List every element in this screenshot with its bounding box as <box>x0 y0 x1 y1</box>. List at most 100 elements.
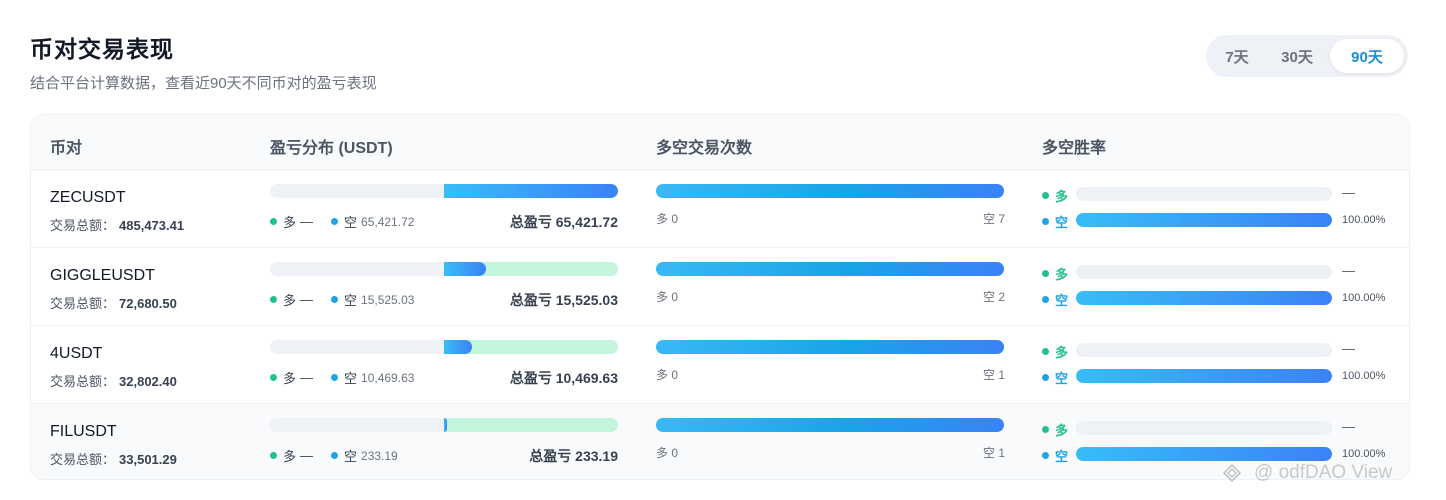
pnl-short-label: 空 <box>344 371 358 386</box>
pnl-long-label: 多 <box>283 215 297 230</box>
pnl-long-label: 多 <box>283 371 297 386</box>
pnl-legend: 多 — 空 65,421.72 <box>270 212 414 231</box>
pnl-short-fill <box>444 418 447 432</box>
long-winrate: 多 — <box>1042 419 1402 438</box>
short-dot-icon <box>1042 296 1049 303</box>
long-winrate-label: 多 <box>1042 186 1068 205</box>
pnl-long-label: 多 <box>283 293 297 308</box>
short-dot-icon <box>1042 374 1049 381</box>
pnl-long-value: — <box>300 292 314 307</box>
long-trade-count: 多 0 <box>656 368 679 382</box>
short-winrate-value: 100.00% <box>1342 370 1386 382</box>
trade-volume: 交易总额： 33,501.29 <box>50 449 177 468</box>
short-winrate: 空 100.00% <box>1042 369 1402 386</box>
pnl-long-value: — <box>300 214 314 229</box>
table-row[interactable]: GIGGLEUSDT 交易总额： 72,680.50 多 — 空 15,525.0… <box>31 248 1409 326</box>
short-winrate-track <box>1076 447 1332 461</box>
page-header: 币对交易表现 结合平台计算数据，查看近90天不同币对的盈亏表现 <box>30 30 377 93</box>
short-dot-icon <box>1042 218 1049 225</box>
pnl-short-fill <box>444 340 472 354</box>
table-row[interactable]: FILUSDT 交易总额： 33,501.29 多 — 空 233.19 总盈亏 … <box>31 404 1409 479</box>
long-winrate-track <box>1076 343 1332 357</box>
range-90d-button[interactable]: 90天 <box>1330 39 1404 73</box>
trade-volume-value: 33,501.29 <box>119 452 177 467</box>
pnl-short-label: 空 <box>344 215 358 230</box>
long-dot-icon <box>270 374 277 381</box>
page-title: 币对交易表现 <box>30 36 174 62</box>
long-dot-icon <box>1042 192 1049 199</box>
short-winrate-label: 空 <box>1042 368 1068 387</box>
long-trade-count: 多 0 <box>656 212 679 226</box>
short-winrate: 空 100.00% <box>1042 213 1402 230</box>
binance-square-logo-icon <box>1222 463 1242 483</box>
pnl-short-label: 空 <box>344 449 358 464</box>
column-header-pair: 币对 <box>50 140 83 157</box>
pair-symbol: FILUSDT <box>50 423 117 440</box>
table-row[interactable]: 4USDT 交易总额： 32,802.40 多 — 空 10,469.63 总盈亏… <box>31 326 1409 404</box>
pnl-distribution-bar <box>270 262 618 276</box>
trade-count-bar <box>656 418 1004 432</box>
pnl-short-label: 空 <box>344 293 358 308</box>
short-dot-icon <box>1042 452 1049 459</box>
long-dot-icon <box>270 452 277 459</box>
long-winrate-value: — <box>1342 185 1355 200</box>
short-winrate-label: 空 <box>1042 290 1068 309</box>
trade-volume-label: 交易总额： <box>50 452 116 467</box>
column-header-pnl: 盈亏分布 (USDT) <box>270 140 393 157</box>
table-row[interactable]: ZECUSDT 交易总额： 485,473.41 多 — 空 65,421.72 … <box>31 170 1409 248</box>
page-subtitle: 结合平台计算数据，查看近90天不同币对的盈亏表现 <box>30 75 377 92</box>
pair-performance-table: 币对 盈亏分布 (USDT) 多空交易次数 多空胜率 ZECUSDT 交易总额：… <box>30 114 1410 480</box>
long-dot-icon <box>1042 348 1049 355</box>
pnl-legend: 多 — 空 15,525.03 <box>270 290 414 309</box>
long-winrate: 多 — <box>1042 185 1402 204</box>
pnl-long-value: — <box>300 370 314 385</box>
trade-volume-value: 32,802.40 <box>119 374 177 389</box>
range-7d-button[interactable]: 7天 <box>1210 39 1264 73</box>
short-trade-count: 空 1 <box>982 368 1005 382</box>
long-dot-icon <box>1042 270 1049 277</box>
long-winrate-label: 多 <box>1042 264 1068 283</box>
trade-volume-label: 交易总额： <box>50 374 116 389</box>
short-trade-count: 空 1 <box>982 446 1005 460</box>
short-winrate-track <box>1076 291 1332 305</box>
trade-volume-value: 485,473.41 <box>119 218 185 233</box>
short-winrate-fill <box>1076 369 1332 383</box>
trade-volume-label: 交易总额： <box>50 296 116 311</box>
trade-volume: 交易总额： 485,473.41 <box>50 215 184 234</box>
long-winrate-track <box>1076 421 1332 435</box>
pnl-long-value: — <box>300 448 314 463</box>
short-dot-icon <box>331 218 339 225</box>
pnl-total: 总盈亏 233.19 <box>529 448 618 464</box>
range-30d-button[interactable]: 30天 <box>1264 39 1330 73</box>
short-dot-icon <box>331 452 339 459</box>
short-dot-icon <box>331 374 339 381</box>
pnl-short-fill <box>444 262 486 276</box>
short-winrate-value: 100.00% <box>1342 214 1386 226</box>
pnl-short-value: 10,469.63 <box>361 370 415 385</box>
short-dot-icon <box>331 296 339 303</box>
pnl-short-fill <box>444 184 618 198</box>
pnl-short-value: 15,525.03 <box>361 292 415 307</box>
pnl-distribution-bar <box>270 184 618 198</box>
pair-symbol: 4USDT <box>50 345 103 362</box>
trade-count-bar <box>656 340 1004 354</box>
long-winrate-value: — <box>1342 341 1355 356</box>
long-winrate-track <box>1076 187 1332 201</box>
pnl-distribution-bar <box>270 340 618 354</box>
short-winrate-fill <box>1076 213 1332 227</box>
pnl-distribution-bar <box>270 418 618 432</box>
long-winrate: 多 — <box>1042 263 1402 282</box>
long-winrate-value: — <box>1342 263 1355 278</box>
short-winrate-label: 空 <box>1042 446 1068 465</box>
time-range-switch: 7天 30天 90天 <box>1206 35 1408 77</box>
short-winrate-fill <box>1076 291 1332 305</box>
long-winrate-label: 多 <box>1042 342 1068 361</box>
long-winrate-track <box>1076 265 1332 279</box>
column-header-winrate: 多空胜率 <box>1042 140 1107 157</box>
table-header: 币对 盈亏分布 (USDT) 多空交易次数 多空胜率 <box>31 115 1409 170</box>
pnl-long-label: 多 <box>283 449 297 464</box>
pair-symbol: GIGGLEUSDT <box>50 267 155 284</box>
short-winrate: 空 100.00% <box>1042 291 1402 308</box>
long-dot-icon <box>270 218 277 225</box>
watermark-text: @ odfDAO View <box>1254 462 1393 483</box>
